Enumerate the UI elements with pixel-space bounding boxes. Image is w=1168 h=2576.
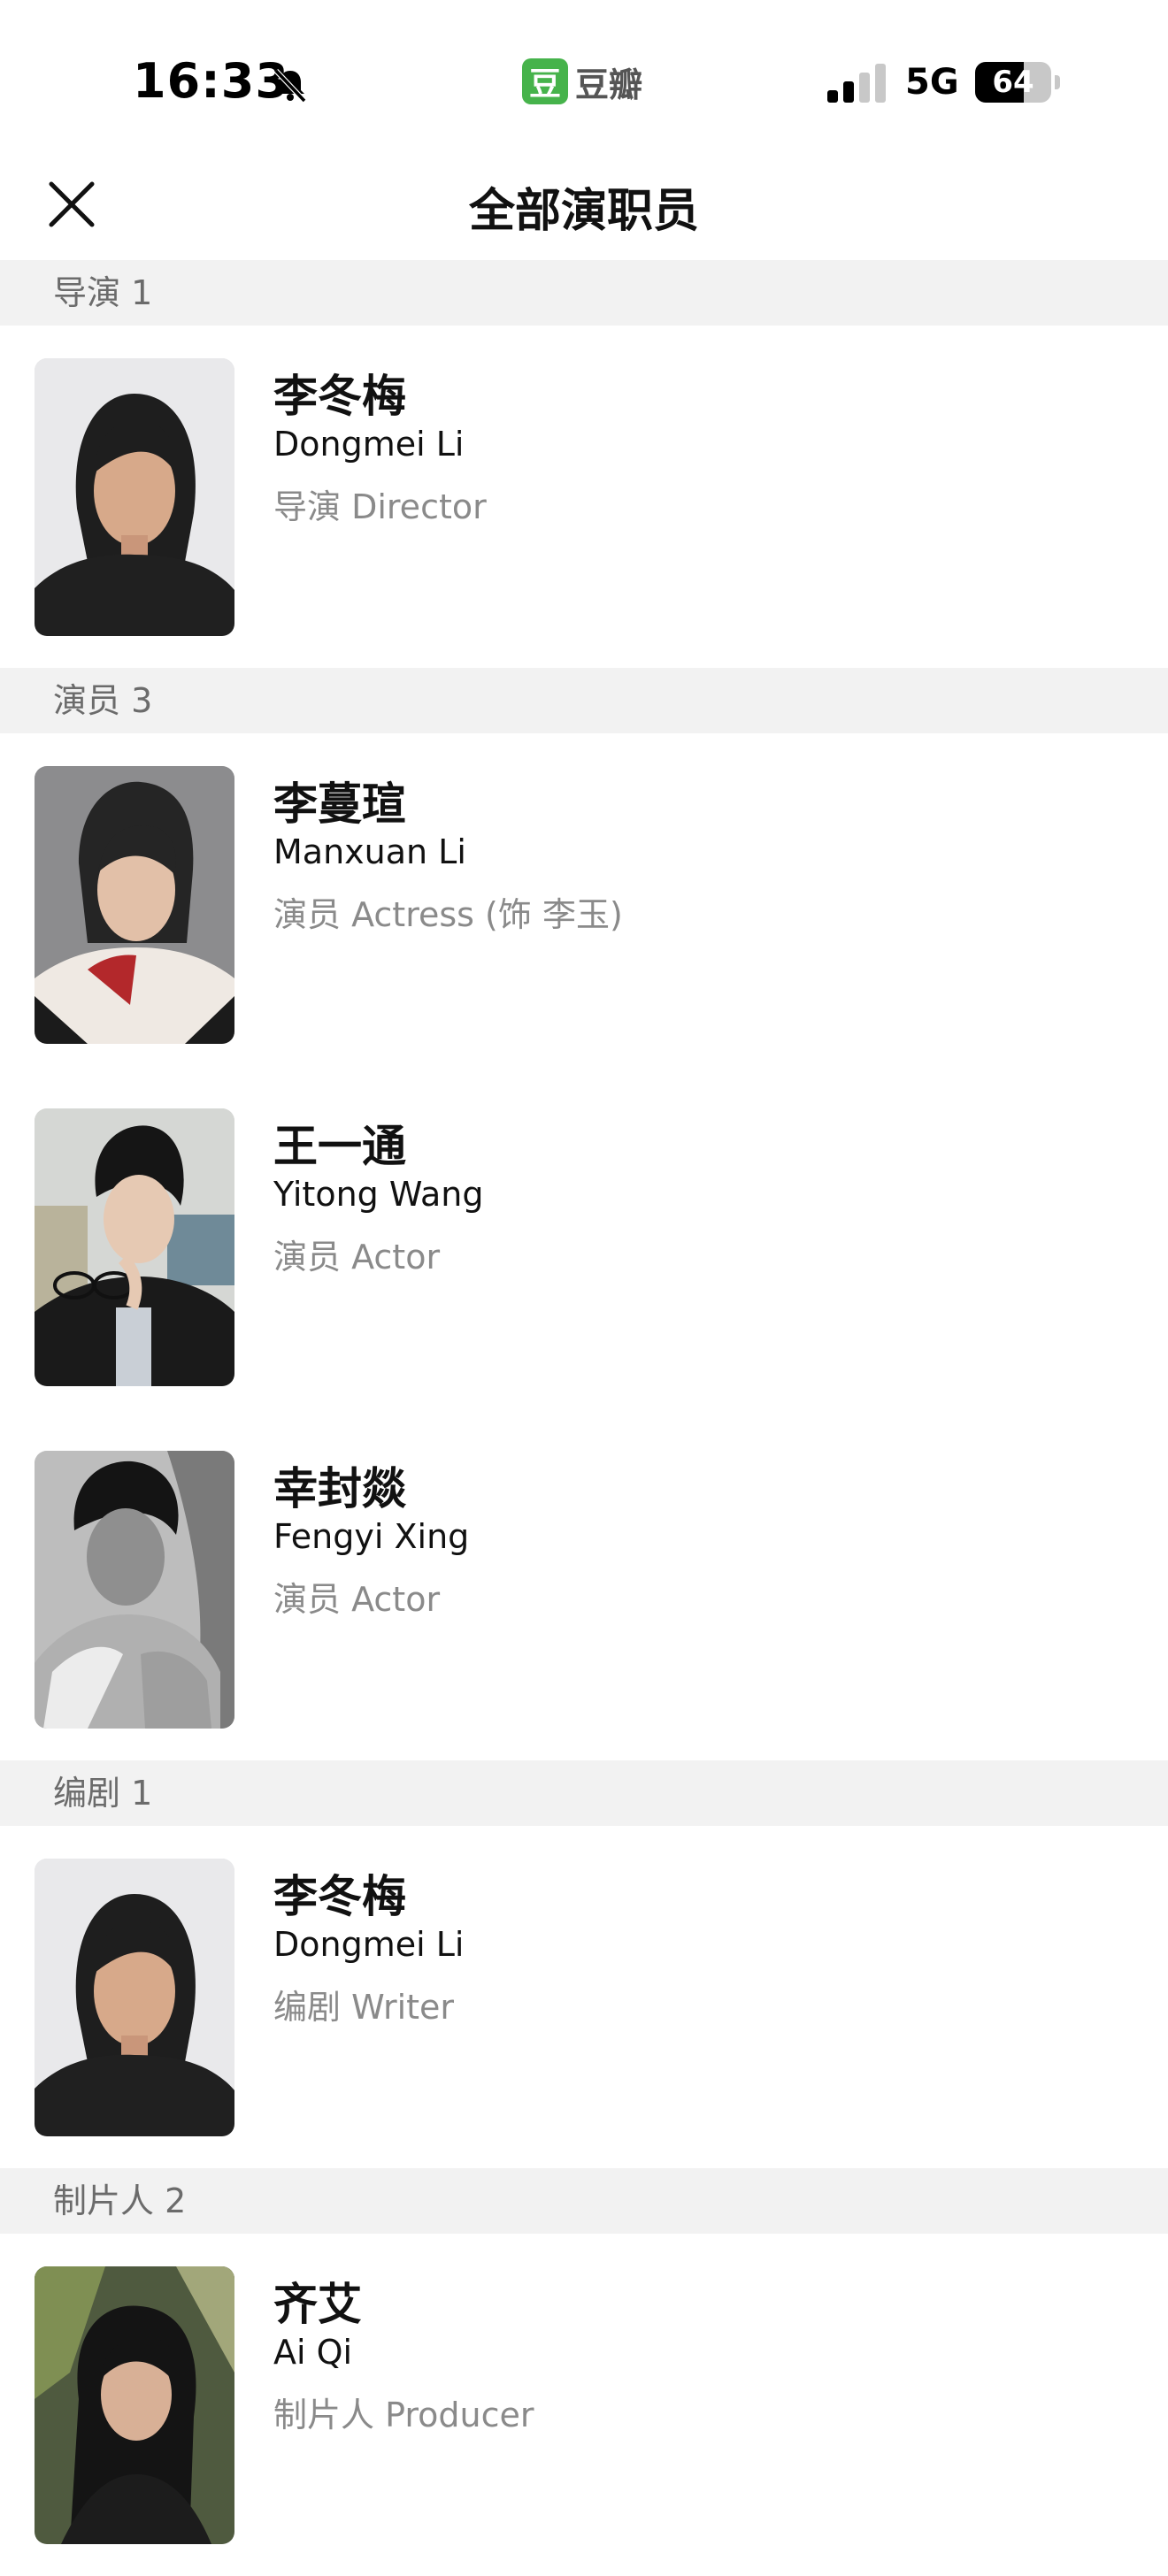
person-name-en: Yitong Wang	[273, 1175, 484, 1214]
person-name-en: Fengyi Xing	[273, 1517, 470, 1556]
person-photo	[35, 766, 234, 1044]
battery-icon: 64	[975, 62, 1060, 104]
person-name-en: Dongmei Li	[273, 425, 465, 464]
app-name: 豆瓣	[575, 65, 643, 104]
person-name-en: Dongmei Li	[273, 1925, 465, 1964]
section-header-director: 导演 1	[0, 260, 1168, 326]
network-type: 5G	[905, 62, 959, 103]
person-role: 演员 Actor	[273, 1238, 441, 1276]
person-photo	[35, 358, 234, 636]
section-header-producer: 制片人 2	[0, 2168, 1168, 2234]
page-title: 全部演职员	[468, 185, 699, 238]
cellular-signal-icon	[827, 64, 886, 103]
person-row-producer[interactable]: 齐艾 Ai Qi 制片人 Producer	[0, 2234, 1168, 2576]
person-name-en: Manxuan Li	[273, 832, 466, 871]
person-row-cast[interactable]: 李蔓瑄 Manxuan Li 演员 Actress (饰 李玉)	[0, 733, 1168, 1076]
person-role: 导演 Director	[273, 487, 487, 526]
status-time: 16:33	[133, 53, 289, 109]
person-row-writer[interactable]: 李冬梅 Dongmei Li 编剧 Writer	[0, 1826, 1168, 2168]
person-row-cast[interactable]: 幸封燚 Fengyi Xing 演员 Actor	[0, 1418, 1168, 1760]
person-name-zh: 李冬梅	[273, 1871, 406, 1922]
person-name-zh: 李蔓瑄	[273, 778, 406, 830]
person-row-cast[interactable]: 王一通 Yitong Wang 演员 Actor	[0, 1076, 1168, 1418]
person-name-zh: 齐艾	[273, 2279, 362, 2330]
section-header-cast: 演员 3	[0, 668, 1168, 733]
person-name-en: Ai Qi	[273, 2333, 353, 2372]
person-row-director[interactable]: 李冬梅 Dongmei Li 导演 Director	[0, 326, 1168, 668]
person-photo	[35, 1108, 234, 1386]
bell-muted-icon	[273, 68, 307, 104]
person-name-zh: 李冬梅	[273, 371, 406, 422]
douban-app-icon: 豆	[522, 58, 568, 104]
app-badge[interactable]: 豆 豆瓣	[522, 57, 642, 106]
section-header-writer: 编剧 1	[0, 1760, 1168, 1826]
battery-level: 64	[992, 65, 1034, 100]
nav-bar: 全部演职员	[0, 159, 1168, 260]
cast-crew-list[interactable]: 导演 1 李冬梅 Dongmei Li 导演 Director 演员 3 李蔓瑄…	[0, 260, 1168, 2576]
person-photo	[35, 1451, 234, 1729]
person-photo	[35, 2266, 234, 2544]
person-name-zh: 幸封燚	[273, 1463, 406, 1514]
person-role: 编剧 Writer	[273, 1988, 455, 2027]
status-bar: 16:33 豆 豆瓣 5G 64	[0, 0, 1168, 159]
person-role: 制片人 Producer	[273, 2396, 534, 2434]
person-role: 演员 Actress (饰 李玉)	[273, 895, 623, 934]
person-photo	[35, 1859, 234, 2136]
person-name-zh: 王一通	[273, 1121, 406, 1172]
person-role: 演员 Actor	[273, 1580, 441, 1619]
